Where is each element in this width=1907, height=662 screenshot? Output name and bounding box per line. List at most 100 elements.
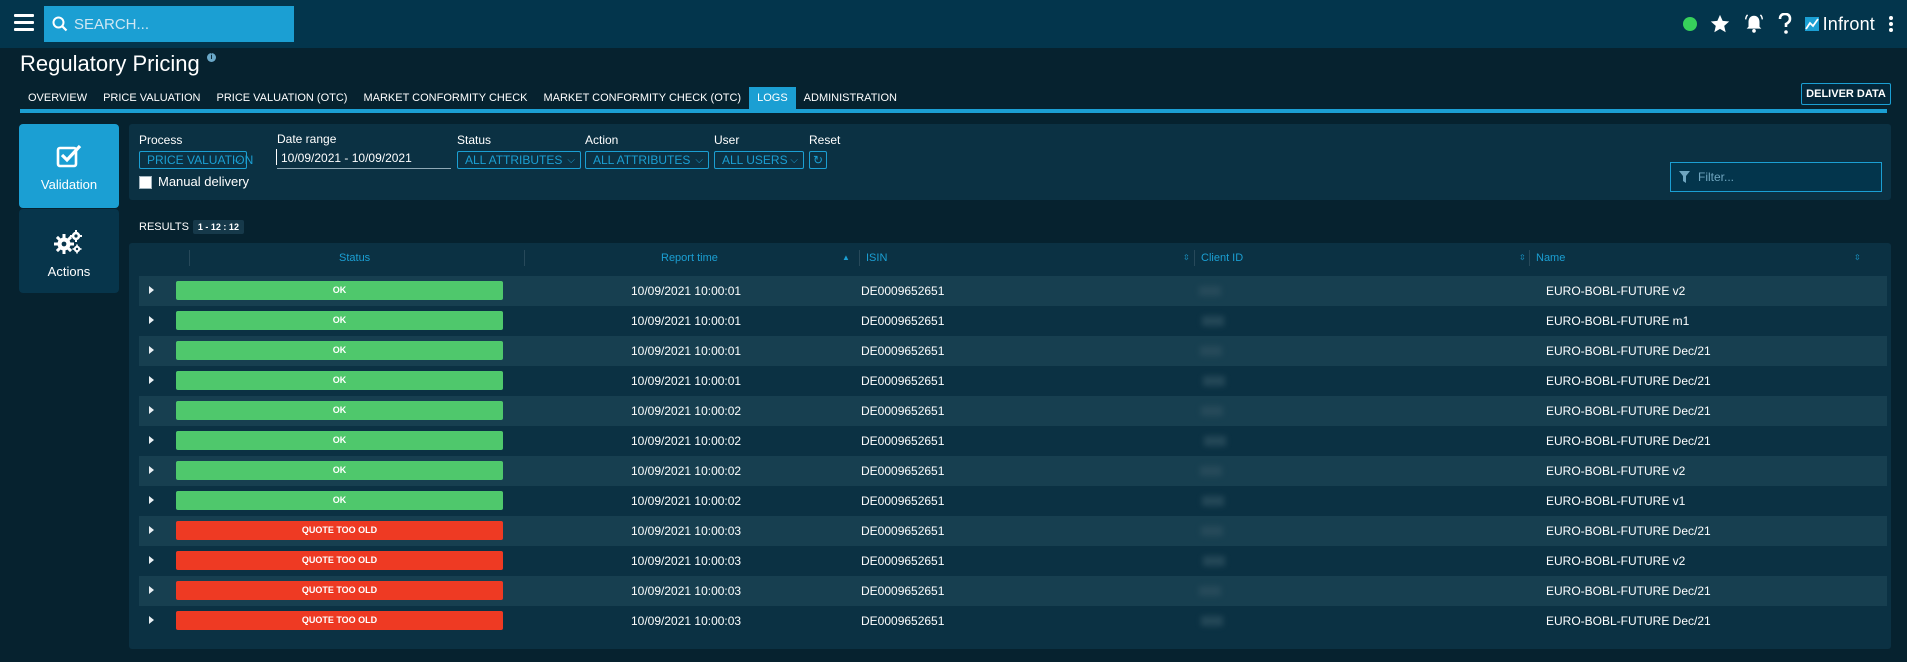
help-icon[interactable] [1777,13,1793,35]
tab-overview[interactable]: OVERVIEW [20,87,95,109]
column-header-isin[interactable]: ISIN [866,248,887,268]
isin-cell: DE0009652651 [861,584,945,598]
infront-logo[interactable]: Infront [1804,14,1875,35]
expand-row-icon[interactable] [149,316,154,324]
filter-funnel-icon [1679,171,1690,183]
tab-market-conformity-check-otc[interactable]: MARKET CONFORMITY CHECK (OTC) [535,87,749,109]
more-options-icon[interactable] [1889,14,1893,34]
user-select[interactable]: ALL USERS ⌵ [714,151,804,169]
table-row[interactable]: OK 10/09/2021 10:00:02 DE0009652651 EURO-BO… [139,486,1887,516]
search-input[interactable] [74,15,274,33]
expand-row-icon[interactable] [149,406,154,414]
expand-row-icon[interactable] [149,586,154,594]
status-badge: OK [176,311,503,330]
expand-row-icon[interactable] [149,556,154,564]
user-value: ALL USERS [722,153,788,167]
expand-row-icon[interactable] [149,286,154,294]
top-icons: Infront [1682,0,1907,48]
client-id-cell [1204,436,1226,446]
expand-row-icon[interactable] [149,436,154,444]
report-time-cell: 10/09/2021 10:00:01 [631,344,742,358]
name-cell: EURO-BOBL-FUTURE m1 [1546,314,1690,328]
column-header-report-time[interactable]: Report time [661,248,718,268]
name-cell: EURO-BOBL-FUTURE Dec/21 [1546,404,1711,418]
tab-administration[interactable]: ADMINISTRATION [796,87,905,109]
tab-underline [20,109,1887,113]
report-time-cell: 10/09/2021 10:00:03 [631,554,742,568]
action-label: Action [585,133,619,147]
manual-delivery-checkbox[interactable] [139,176,152,189]
isin-cell: DE0009652651 [861,434,945,448]
star-icon[interactable] [1709,13,1731,35]
name-cell: EURO-BOBL-FUTURE v2 [1546,464,1686,478]
column-header-status[interactable]: Status [339,248,370,268]
expand-row-icon[interactable] [149,526,154,534]
client-id-cell [1201,406,1223,416]
tab-logs[interactable]: LOGS [749,87,796,109]
status-select[interactable]: ALL ATTRIBUTES ⌵ [457,151,581,169]
client-id-cell [1199,586,1221,596]
reset-button[interactable]: ↻ [809,151,827,169]
menu-icon[interactable] [14,14,34,32]
name-cell: EURO-BOBL-FUTURE v2 [1546,554,1686,568]
column-separator [189,250,190,266]
expand-row-icon[interactable] [149,376,154,384]
date-range-input[interactable]: 10/09/2021 - 10/09/2021 [277,149,451,169]
report-time-cell: 10/09/2021 10:00:02 [631,494,742,508]
checkbox-checked-icon [56,144,82,168]
tab-market-conformity-check[interactable]: MARKET CONFORMITY CHECK [355,87,535,109]
search-icon [52,16,68,32]
expand-row-icon[interactable] [149,346,154,354]
client-id-cell [1203,376,1225,386]
sort-icon[interactable]: ⇳ [1183,248,1190,268]
status-badge: QUOTE TOO OLD [176,521,503,540]
filter-box[interactable] [1670,162,1882,192]
connection-status-icon [1682,17,1697,31]
tab-price-valuation[interactable]: PRICE VALUATION [95,87,208,109]
table-row[interactable]: QUOTE TOO OLD 10/09/2021 10:00:03 DE000965… [139,576,1887,606]
report-time-cell: 10/09/2021 10:00:03 [631,614,742,628]
sort-icon[interactable]: ⇳ [1519,248,1526,268]
bell-alert-icon[interactable] [1743,13,1765,35]
action-select[interactable]: ALL ATTRIBUTES ⌵ [585,151,709,169]
column-header-client-id[interactable]: Client ID [1201,248,1243,268]
sort-ascending-icon[interactable]: ▲ [842,248,850,268]
expand-row-icon[interactable] [149,496,154,504]
column-header-name[interactable]: Name [1536,248,1565,268]
info-icon[interactable]: i [207,53,216,62]
status-badge: QUOTE TOO OLD [176,551,503,570]
sidebar-item-validation[interactable]: Validation [19,124,119,208]
table-row[interactable]: QUOTE TOO OLD 10/09/2021 10:00:03 DE000965… [139,516,1887,546]
chevron-down-icon: ⌵ [790,155,798,166]
expand-row-icon[interactable] [149,616,154,624]
search-box[interactable] [44,6,294,42]
status-badge: OK [176,341,503,360]
table-row[interactable]: OK 10/09/2021 10:00:01 DE0009652651 EURO-BO… [139,276,1887,306]
status-badge: OK [176,491,503,510]
table-row[interactable]: QUOTE TOO OLD 10/09/2021 10:00:03 DE000965… [139,606,1887,636]
isin-cell: DE0009652651 [861,374,945,388]
table-row[interactable]: OK 10/09/2021 10:00:02 DE0009652651 EURO-BO… [139,426,1887,456]
page-title: Regulatory Pricing [20,51,200,76]
report-time-cell: 10/09/2021 10:00:03 [631,524,742,538]
expand-row-icon[interactable] [149,466,154,474]
filter-input[interactable] [1698,170,1868,184]
table-row[interactable]: QUOTE TOO OLD 10/09/2021 10:00:03 DE000965… [139,546,1887,576]
refresh-icon: ↻ [812,153,824,167]
table-row[interactable]: OK 10/09/2021 10:00:02 DE0009652651 EURO-BO… [139,456,1887,486]
sort-icon[interactable]: ⇳ [1854,248,1861,268]
tab-price-valuation-otc[interactable]: PRICE VALUATION (OTC) [208,87,355,109]
status-label: Status [457,133,492,147]
column-separator [524,250,525,266]
column-separator [859,250,860,266]
table-row[interactable]: OK 10/09/2021 10:00:01 DE0009652651 EURO-BO… [139,366,1887,396]
status-badge: QUOTE TOO OLD [176,611,503,630]
sidebar-item-actions[interactable]: Actions [19,209,119,293]
table-row[interactable]: OK 10/09/2021 10:00:02 DE0009652651 EURO-BO… [139,396,1887,426]
process-select[interactable]: PRICE VALUATION ⌵ [139,151,253,169]
status-badge: OK [176,461,503,480]
client-id-cell [1200,466,1222,476]
deliver-data-button[interactable]: DELIVER DATA [1801,83,1891,105]
table-row[interactable]: OK 10/09/2021 10:00:01 DE0009652651 EURO-BO… [139,336,1887,366]
table-row[interactable]: OK 10/09/2021 10:00:01 DE0009652651 EURO-BO… [139,306,1887,336]
